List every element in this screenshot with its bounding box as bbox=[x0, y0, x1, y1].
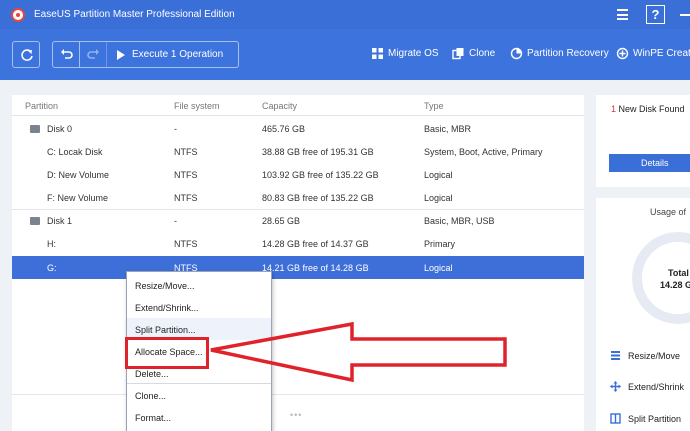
table-row[interactable]: Disk 0 - 465.76 GB Basic, MBR bbox=[12, 117, 584, 140]
title-bar: EaseUS Partition Master Professional Edi… bbox=[0, 0, 690, 29]
resize-icon bbox=[611, 351, 620, 360]
winpe-creator-label: WinPE Creator bbox=[633, 48, 690, 59]
menu-item-label: Format... bbox=[135, 413, 172, 423]
cell-partition: G: bbox=[47, 263, 57, 273]
partition-recovery-label: Partition Recovery bbox=[527, 48, 609, 59]
split-icon bbox=[610, 413, 621, 424]
highlight-box bbox=[125, 337, 209, 369]
toolbar: Execute 1 Operation Migrate OS Clone Par… bbox=[0, 29, 690, 80]
new-disk-panel: 1 New Disk Found Details bbox=[596, 95, 690, 187]
cell-capacity: 38.88 GB free of 195.31 GB bbox=[262, 147, 374, 157]
menu-item-clone[interactable]: Clone... bbox=[127, 384, 271, 406]
cell-type: System, Boot, Active, Primary bbox=[424, 147, 543, 157]
cell-capacity: 465.76 GB bbox=[262, 124, 306, 134]
usage-total-label: Total bbox=[668, 268, 689, 278]
minimize-button[interactable] bbox=[680, 14, 690, 16]
usage-title: Usage of bbox=[650, 207, 687, 217]
undo-button[interactable] bbox=[53, 42, 80, 67]
cell-filesystem: NTFS bbox=[174, 193, 198, 203]
usage-donut-chart bbox=[632, 232, 690, 324]
cell-capacity: 28.65 GB bbox=[262, 216, 301, 226]
new-disk-text: New Disk Found bbox=[616, 104, 685, 114]
menu-item-label: Resize/Move... bbox=[135, 281, 195, 291]
cell-capacity: 14.28 GB free of 14.37 GB bbox=[262, 239, 369, 249]
execute-operation-button[interactable]: Execute 1 Operation bbox=[107, 42, 238, 67]
table-row[interactable]: C: Locak Disk NTFS 38.88 GB free of 195.… bbox=[12, 140, 584, 163]
hamburger-menu-icon[interactable] bbox=[617, 9, 628, 20]
menu-item-resize-move[interactable]: Resize/Move... bbox=[127, 274, 271, 296]
header-type: Type bbox=[424, 101, 444, 111]
table-row[interactable]: Disk 1 - 28.65 GB Basic, MBR, USB bbox=[12, 209, 584, 232]
resize-move-label: Resize/Move bbox=[628, 351, 681, 361]
grid-icon bbox=[372, 48, 383, 59]
table-row-selected[interactable]: G: NTFS 14.21 GB free of 14.28 GB Logica… bbox=[12, 256, 584, 279]
window-title: EaseUS Partition Master Professional Edi… bbox=[34, 9, 235, 20]
cell-type: Basic, MBR, USB bbox=[424, 216, 495, 226]
cell-partition: H: bbox=[47, 239, 56, 249]
table-row[interactable]: F: New Volume NTFS 80.83 GB free of 135.… bbox=[12, 186, 584, 209]
menu-item-label: Delete... bbox=[135, 369, 169, 379]
split-partition-label: Split Partition bbox=[628, 414, 682, 424]
header-divider bbox=[12, 115, 584, 116]
disk-icon bbox=[30, 125, 40, 133]
new-disk-notice: 1 New Disk Found bbox=[611, 104, 685, 114]
usage-total-size: 14.28 GB bbox=[660, 280, 690, 290]
cell-capacity: 80.83 GB free of 135.22 GB bbox=[262, 193, 374, 203]
cell-type: Logical bbox=[424, 193, 453, 203]
extend-shrink-label: Extend/Shrink bbox=[628, 382, 685, 392]
cell-filesystem: - bbox=[174, 124, 177, 134]
cell-type: Primary bbox=[424, 239, 455, 249]
cell-filesystem: NTFS bbox=[174, 147, 198, 157]
usage-panel: Usage of Total 14.28 GB Resize/Move Exte… bbox=[596, 198, 690, 431]
menu-item-format[interactable]: Format... bbox=[127, 406, 271, 428]
pie-icon bbox=[510, 47, 523, 60]
refresh-button[interactable] bbox=[12, 41, 40, 68]
menu-item-label: Split Partition... bbox=[135, 325, 196, 335]
undo-icon bbox=[61, 49, 73, 59]
cell-type: Logical bbox=[424, 170, 453, 180]
cell-partition: C: Locak Disk bbox=[47, 147, 103, 157]
details-button[interactable]: Details bbox=[609, 154, 690, 172]
table-row[interactable]: D: New Volume NTFS 103.92 GB free of 135… bbox=[12, 163, 584, 186]
plus-circle-icon bbox=[616, 47, 629, 60]
table-row[interactable]: H: NTFS 14.28 GB free of 14.37 GB Primar… bbox=[12, 232, 584, 255]
details-label: Details bbox=[641, 158, 669, 168]
cell-partition: D: New Volume bbox=[47, 170, 110, 180]
menu-item-label: Clone... bbox=[135, 391, 167, 401]
cell-filesystem: - bbox=[174, 216, 177, 226]
menu-item-extend-shrink[interactable]: Extend/Shrink... bbox=[127, 296, 271, 318]
cell-partition: Disk 1 bbox=[47, 216, 73, 226]
cell-partition: F: New Volume bbox=[47, 193, 109, 203]
cell-partition: Disk 0 bbox=[47, 124, 73, 134]
execute-label: Execute 1 Operation bbox=[132, 49, 224, 60]
redo-icon bbox=[87, 49, 99, 59]
table-header: Partition File system Capacity Type bbox=[12, 95, 584, 115]
app-logo-icon bbox=[11, 8, 25, 22]
header-capacity: Capacity bbox=[262, 101, 298, 111]
header-partition: Partition bbox=[25, 101, 59, 111]
migrate-os-label: Migrate OS bbox=[388, 48, 439, 59]
cell-type: Basic, MBR bbox=[424, 124, 472, 134]
disk-icon bbox=[30, 217, 40, 225]
play-icon bbox=[117, 50, 125, 60]
cell-filesystem: NTFS bbox=[174, 170, 198, 180]
partition-table: Partition File system Capacity Type Disk… bbox=[12, 95, 584, 410]
cell-capacity: 14.21 GB free of 14.28 GB bbox=[262, 263, 369, 273]
cell-capacity: 103.92 GB free of 135.22 GB bbox=[262, 170, 379, 180]
help-button[interactable]: ? bbox=[646, 5, 665, 24]
redo-button[interactable] bbox=[80, 42, 107, 67]
refresh-icon bbox=[21, 49, 33, 61]
copy-icon bbox=[452, 48, 464, 60]
extend-icon bbox=[610, 381, 621, 392]
resize-grip-icon[interactable]: ••• bbox=[290, 410, 302, 420]
clone-label: Clone bbox=[469, 48, 496, 59]
cell-filesystem: NTFS bbox=[174, 239, 198, 249]
menu-item-label: Extend/Shrink... bbox=[135, 303, 199, 313]
operation-group: Execute 1 Operation bbox=[52, 41, 239, 68]
header-filesystem: File system bbox=[174, 101, 220, 111]
cell-type: Logical bbox=[424, 263, 453, 273]
